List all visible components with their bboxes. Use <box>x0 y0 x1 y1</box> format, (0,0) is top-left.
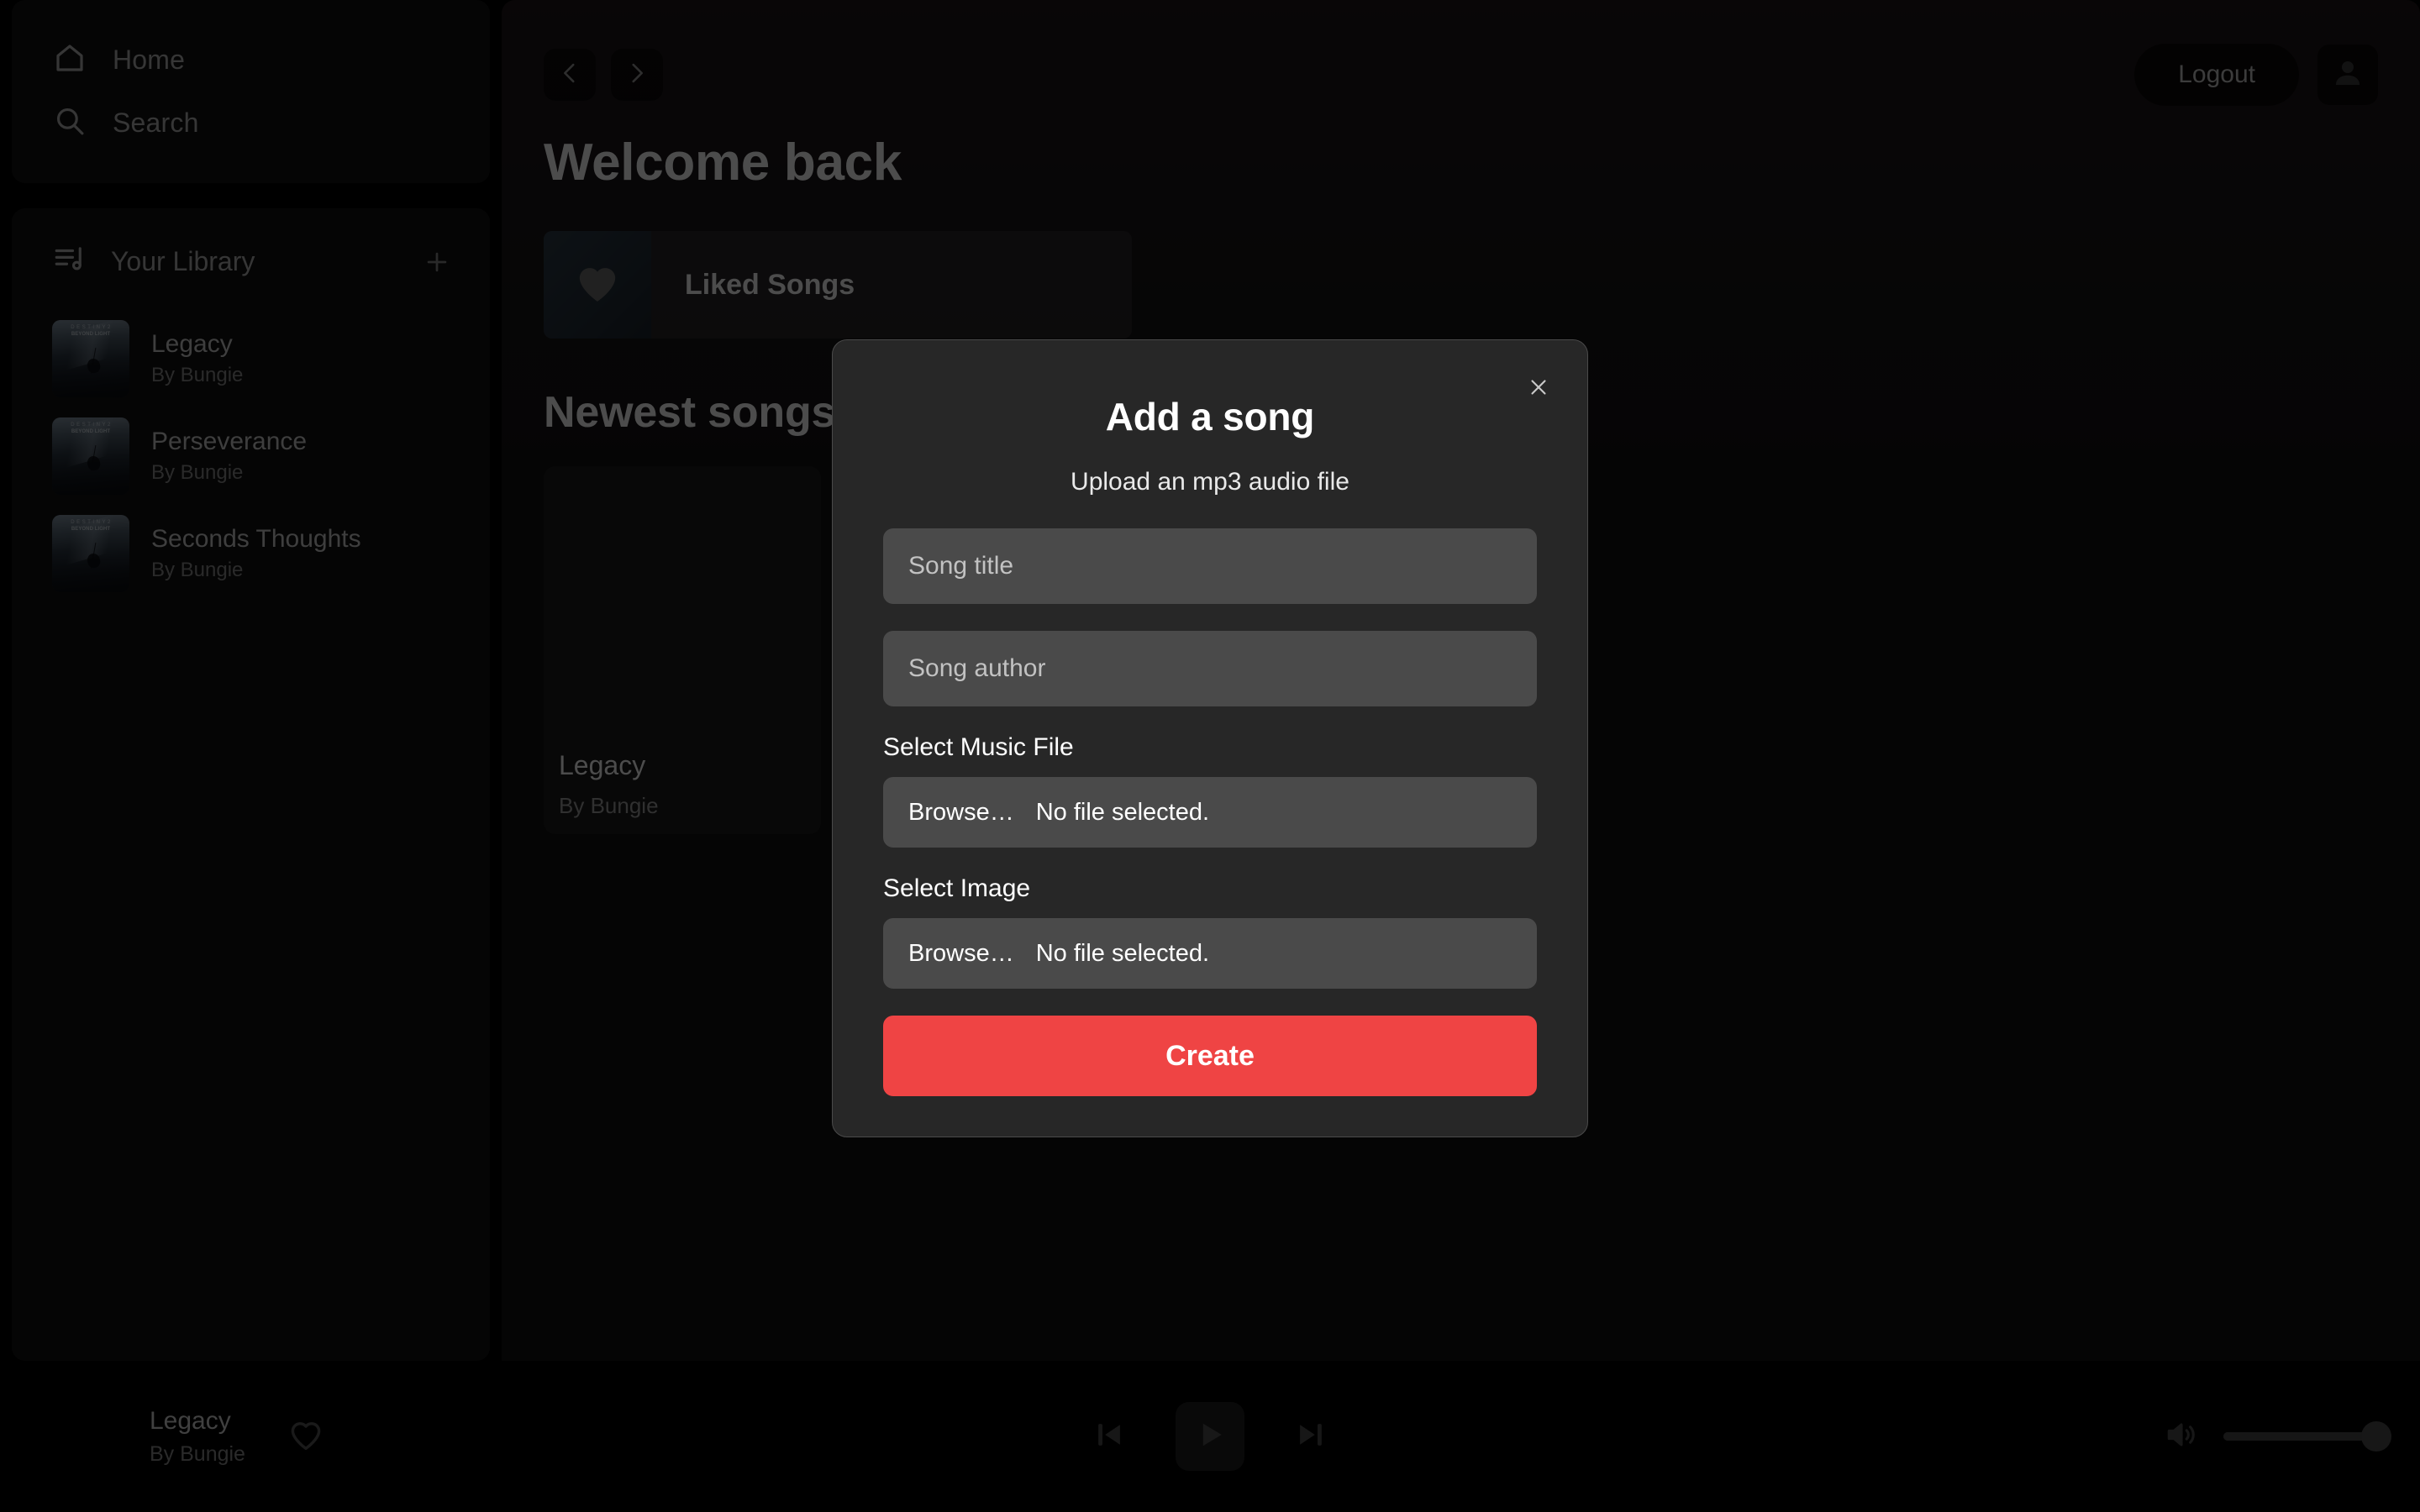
music-app-window: Home Search Your Library D E S T I N Y 2… <box>0 0 2420 1512</box>
volume-high-icon <box>2163 1416 2200 1457</box>
modal-title: Add a song <box>1105 395 1315 438</box>
liked-songs-art <box>544 231 651 339</box>
playback-controls <box>1086 1402 1334 1471</box>
volume-control <box>2161 1416 2391 1457</box>
music-file-input[interactable]: Browse… No file selected. <box>883 777 1537 848</box>
album-art-line1: D E S T I N Y 2 <box>71 423 111 428</box>
volume-slider[interactable] <box>2223 1421 2391 1452</box>
account-area: Logout <box>2134 44 2378 106</box>
song-title-input[interactable] <box>883 528 1537 604</box>
song-author-input[interactable] <box>883 631 1537 706</box>
player-bar: D E S T I N Y 2 BEYOND LIGHT Legacy By B… <box>0 1361 2420 1512</box>
album-art-line2: BEYOND LIGHT <box>71 526 111 532</box>
image-file-browse-button[interactable]: Browse… <box>908 940 1014 968</box>
sidebar-item-home[interactable]: Home <box>12 29 490 92</box>
music-file-label: Select Music File <box>883 733 1074 761</box>
like-button[interactable] <box>282 1413 329 1460</box>
user-avatar-icon <box>2330 55 2365 95</box>
music-file-status: No file selected. <box>1035 798 1210 826</box>
play-button[interactable] <box>1176 1402 1244 1471</box>
song-card-title: Legacy <box>559 750 646 780</box>
album-art-line1: D E S T I N Y 2 <box>71 520 111 526</box>
volume-fill <box>2223 1432 2376 1441</box>
album-thumbnail: D E S T I N Y 2 BEYOND LIGHT <box>52 417 129 495</box>
liked-songs-label: Liked Songs <box>685 268 855 301</box>
library-item-name: Seconds Thoughts <box>151 525 361 553</box>
back-button[interactable] <box>544 49 596 101</box>
library-item-author: By Bungie <box>151 461 244 484</box>
close-button[interactable] <box>1520 370 1557 407</box>
skip-next-icon <box>1292 1416 1329 1457</box>
account-button[interactable] <box>2317 45 2378 105</box>
search-icon <box>52 103 87 143</box>
list-item[interactable]: D E S T I N Y 2 BEYOND LIGHT Perseveranc… <box>12 407 490 505</box>
song-card[interactable]: D E S T I N Y 2 BEYOND LIGHT O R I G I N… <box>544 466 821 834</box>
album-thumbnail: D E S T I N Y 2 BEYOND LIGHT <box>52 320 129 397</box>
next-button[interactable] <box>1288 1414 1334 1459</box>
heart-outline-icon <box>286 1415 326 1459</box>
now-playing: D E S T I N Y 2 BEYOND LIGHT Legacy By B… <box>44 1398 565 1475</box>
library-music-icon <box>52 242 87 281</box>
music-file-browse-button[interactable]: Browse… <box>908 799 1014 827</box>
album-art-line2: BEYOND LIGHT <box>71 331 111 337</box>
library-header: Your Library <box>12 242 490 281</box>
sidebar: Home Search Your Library D E S T I N Y 2… <box>0 0 502 1361</box>
now-playing-art: D E S T I N Y 2 BEYOND LIGHT <box>44 1398 121 1475</box>
sidebar-item-search-label: Search <box>113 108 199 138</box>
heart-filled-icon <box>571 257 623 313</box>
sidebar-item-search[interactable]: Search <box>12 92 490 155</box>
library-title: Your Library <box>111 246 255 276</box>
plus-icon[interactable] <box>418 243 456 281</box>
list-item[interactable]: D E S T I N Y 2 BEYOND LIGHT Seconds Tho… <box>12 505 490 602</box>
skip-previous-icon <box>1091 1416 1128 1457</box>
top-bar: Logout <box>502 0 2420 106</box>
mute-toggle-button[interactable] <box>2161 1416 2202 1457</box>
album-art-line1: D E S T I N Y 2 <box>71 325 111 331</box>
modal-subtitle: Upload an mp3 audio file <box>1071 468 1349 496</box>
home-icon <box>52 40 87 80</box>
album-art-line2: BEYOND LIGHT <box>71 428 111 434</box>
create-button[interactable]: Create <box>883 1016 1537 1096</box>
volume-slider-handle[interactable] <box>2361 1421 2391 1452</box>
library-item-author: By Bungie <box>151 364 244 386</box>
image-file-label: Select Image <box>883 874 1031 902</box>
library-item-author: By Bungie <box>151 559 244 581</box>
sidebar-item-home-label: Home <box>113 45 186 75</box>
history-nav <box>544 49 663 101</box>
library-item-name: Legacy <box>151 330 233 358</box>
album-thumbnail: D E S T I N Y 2 BEYOND LIGHT <box>52 515 129 592</box>
sidebar-nav-panel: Home Search <box>12 0 490 183</box>
image-file-input[interactable]: Browse… No file selected. <box>883 918 1537 989</box>
image-file-status: No file selected. <box>1035 939 1210 967</box>
page-title: Welcome back <box>544 134 902 192</box>
previous-button[interactable] <box>1086 1414 1132 1459</box>
library-list: D E S T I N Y 2 BEYOND LIGHT Legacy By B… <box>12 310 490 602</box>
now-playing-author: By Bungie <box>150 1441 245 1466</box>
library-item-name: Perseverance <box>151 428 308 455</box>
close-icon <box>1526 375 1551 404</box>
song-album-art: D E S T I N Y 2 BEYOND LIGHT O R I G I N… <box>559 481 806 728</box>
list-item[interactable]: D E S T I N Y 2 BEYOND LIGHT Legacy By B… <box>12 310 490 407</box>
song-card-author: By Bungie <box>559 793 659 818</box>
chevron-right-icon <box>623 59 651 92</box>
logout-button[interactable]: Logout <box>2134 44 2299 106</box>
forward-button[interactable] <box>611 49 663 101</box>
sidebar-library-panel: Your Library D E S T I N Y 2 BEYOND LIGH… <box>12 208 490 1361</box>
now-playing-title: Legacy <box>150 1406 231 1435</box>
chevron-left-icon <box>555 59 584 92</box>
liked-songs-card[interactable]: Liked Songs <box>544 231 1132 339</box>
play-icon <box>1192 1416 1228 1457</box>
add-song-modal: Add a song Upload an mp3 audio file Sele… <box>832 339 1588 1137</box>
